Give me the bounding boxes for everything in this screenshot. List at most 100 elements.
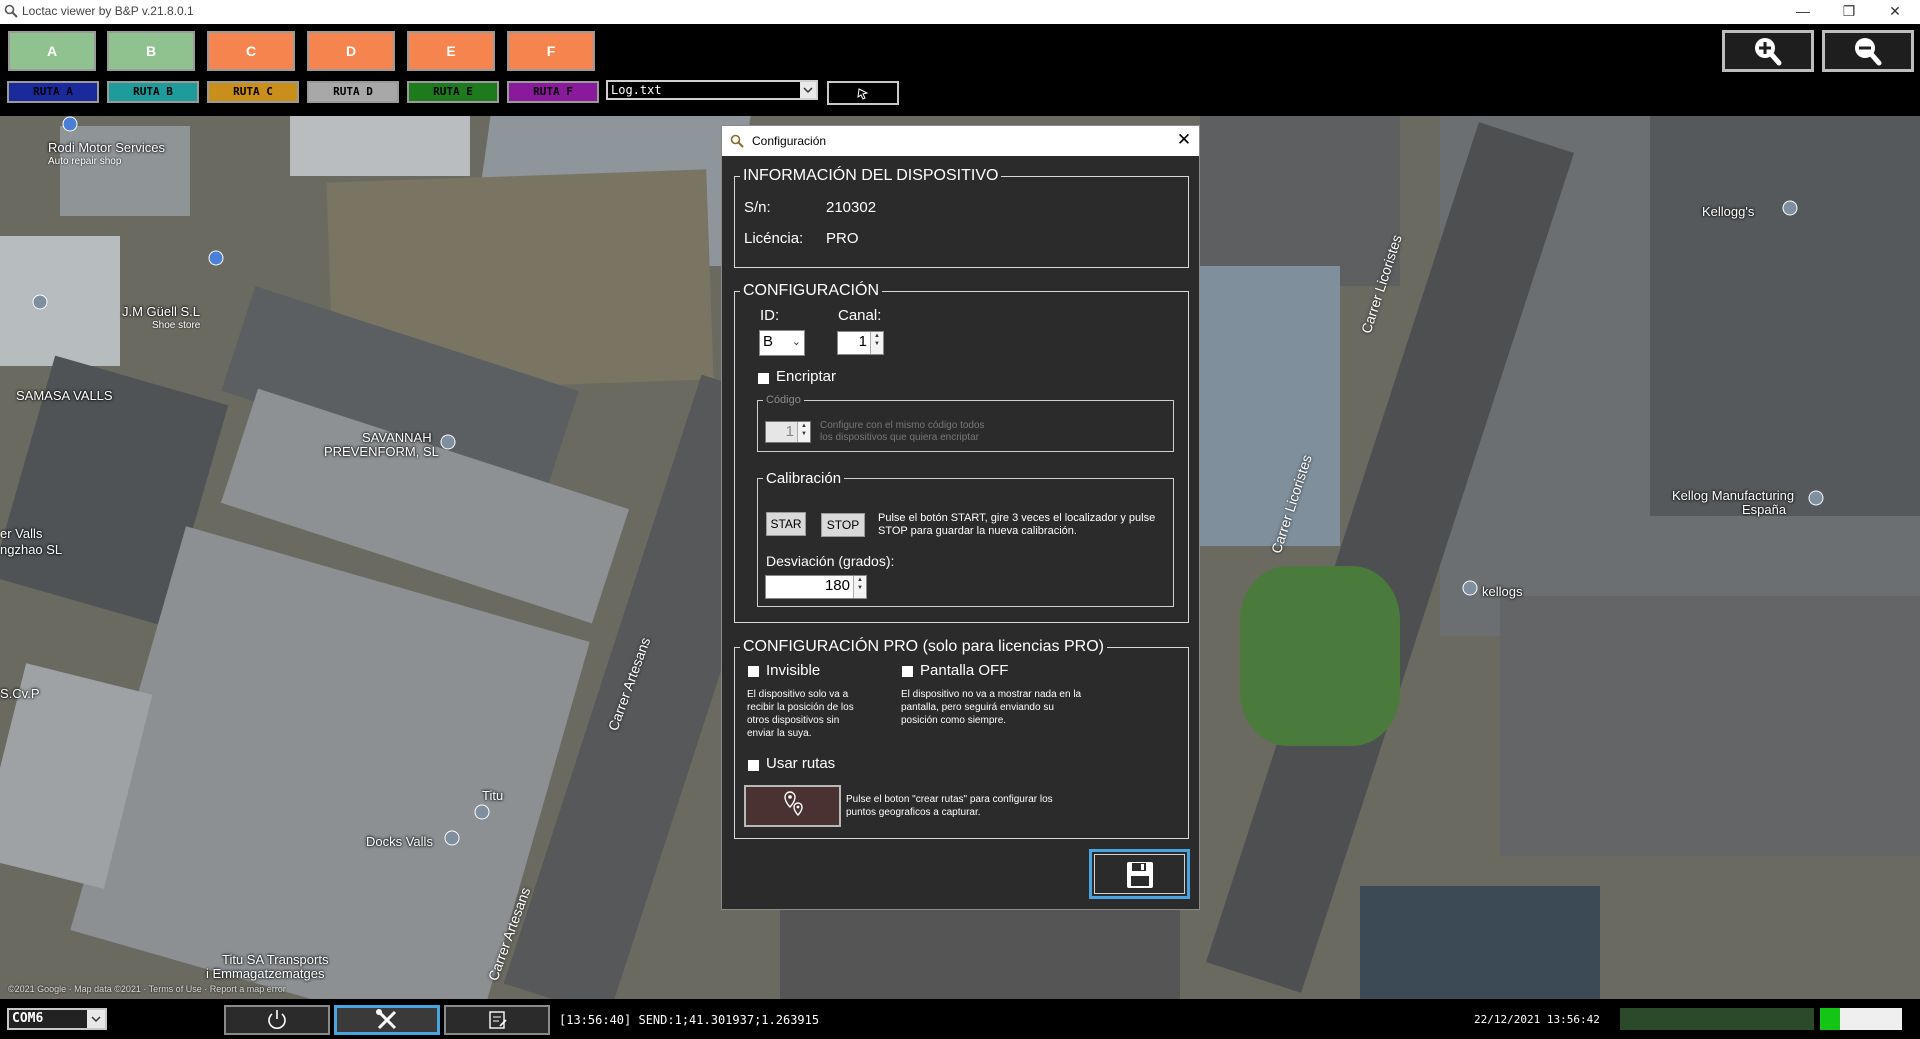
deviation-value: 180 (824, 577, 850, 594)
chevron-down-icon[interactable] (800, 82, 816, 98)
serial-label: S/n: (744, 199, 771, 216)
device-d-button[interactable]: D (307, 31, 395, 71)
log-viewer-button[interactable] (444, 1005, 550, 1035)
configuration-dialog: Configuración ✕ INFORMACIÓN DEL DISPOSIT… (721, 125, 1200, 910)
map-pin-icon[interactable] (1808, 490, 1824, 506)
invisible-help-text: El dispositivo solo va a recibir la posi… (747, 689, 854, 739)
id-select[interactable]: B ⌄ (759, 330, 805, 356)
map-pin-icon[interactable] (474, 804, 490, 820)
map-label: S.Cv.P (0, 686, 40, 701)
license-label: Licéncia: (744, 230, 804, 247)
use-routes-label: Usar rutas (766, 755, 836, 772)
calibration-legend: Calibración (766, 470, 842, 487)
cursor-icon (857, 88, 869, 100)
zoom-in-button[interactable] (1722, 30, 1814, 72)
device-c-button[interactable]: C (207, 31, 295, 71)
up-down-arrows-icon[interactable]: ▲ ▼ (853, 576, 866, 598)
power-icon (268, 1010, 286, 1029)
map-label: Rodi Motor Services (48, 140, 166, 155)
route-b-button[interactable]: RUTA B (107, 81, 199, 103)
status-datetime: 22/12/2021 13:56:42 (1474, 1013, 1600, 1026)
window-title: Loctac viewer by B&P v.21.8.0.1 (22, 4, 194, 18)
map-label: kellogs (1482, 584, 1523, 599)
building-roof (1650, 116, 1920, 516)
magnifier-app-icon (4, 4, 18, 18)
code-legend: Código (766, 394, 801, 406)
map-pin-icon[interactable] (208, 250, 224, 266)
device-e-button[interactable]: E (407, 31, 495, 71)
map-label: Docks Valls (366, 834, 433, 849)
create-routes-button[interactable] (744, 785, 841, 827)
building-roof (290, 116, 470, 176)
deviation-stepper[interactable]: 180 ▲ ▼ (765, 575, 867, 599)
save-button-inner (1094, 854, 1185, 894)
save-button[interactable] (1089, 849, 1190, 899)
serial-value: 210302 (826, 199, 877, 216)
device-b-button[interactable]: B (107, 31, 195, 71)
signal-bar-empty (1840, 1008, 1902, 1030)
zoom-in-icon (1755, 38, 1782, 66)
device-f-button[interactable]: F (507, 31, 595, 71)
power-button[interactable] (224, 1005, 330, 1035)
map-pin-icon[interactable] (32, 294, 48, 310)
route-f-button[interactable]: RUTA F (507, 81, 599, 103)
map-label: PREVENFORM, SL (324, 444, 439, 459)
pro-config-legend: CONFIGURACIÓN PRO (solo para licencias P… (743, 638, 1104, 655)
pointer-button[interactable] (827, 81, 899, 105)
green-area (1240, 566, 1400, 746)
start-calibration-button[interactable]: STAR (766, 512, 806, 536)
stop-calibration-button[interactable]: STOP (821, 513, 865, 537)
encrypt-checkbox[interactable] (758, 373, 769, 384)
zoom-out-button[interactable] (1822, 30, 1914, 72)
building-roof (1200, 116, 1400, 286)
invisible-checkbox[interactable] (748, 666, 759, 677)
close-icon[interactable]: ✕ (1169, 126, 1199, 156)
settings-button[interactable] (334, 1005, 440, 1035)
route-c-button[interactable]: RUTA C (207, 81, 299, 103)
map-pin-icon[interactable] (62, 116, 78, 132)
channel-stepper[interactable]: 1 ▲ ▼ (837, 331, 884, 355)
screen-off-checkbox[interactable] (902, 666, 913, 677)
map-pin-icon[interactable] (440, 434, 456, 450)
route-d-button[interactable]: RUTA D (307, 81, 399, 103)
map-label: Kellogg's (1702, 204, 1755, 219)
top-toolbar: A B C D E F RUTA A RUTA B RUTA C RUTA D … (0, 24, 1920, 116)
route-e-button[interactable]: RUTA E (407, 81, 499, 103)
log-file-select[interactable]: Log.txt (606, 80, 818, 100)
chevron-down-icon[interactable] (87, 1010, 105, 1028)
map-sublabel: Auto repair shop (48, 156, 122, 167)
channel-value: 1 (858, 333, 867, 350)
map-label: SAMASA VALLS (16, 388, 113, 403)
building-roof (1500, 596, 1920, 856)
id-value: B (763, 333, 774, 350)
com-port-select[interactable]: COM6 (7, 1008, 107, 1030)
map-label: er Valls (0, 526, 43, 541)
license-value: PRO (826, 230, 859, 247)
restore-button[interactable]: ❐ (1826, 0, 1872, 24)
route-a-button[interactable]: RUTA A (7, 81, 99, 103)
map-pin-route-icon (784, 791, 803, 816)
use-routes-checkbox[interactable] (748, 760, 759, 771)
up-down-arrows-icon[interactable]: ▲ ▼ (870, 332, 883, 354)
chevron-down-icon: ⌄ (791, 336, 801, 348)
tools-icon (376, 1009, 397, 1030)
minimize-button[interactable]: — (1780, 0, 1826, 24)
routes-help-text: Pulse el boton "crear rutas" para config… (846, 794, 1053, 818)
map-label: Kellog Manufacturing (1672, 488, 1795, 503)
map-pin-icon[interactable] (1782, 200, 1798, 216)
code-stepper: 1 ▲ ▼ (765, 421, 811, 443)
screen-off-help-text: El dispositivo no va a mostrar nada en l… (901, 689, 1082, 726)
map-pin-icon[interactable] (1462, 580, 1478, 596)
device-info-legend: INFORMACIÓN DEL DISPOSITIVO (743, 167, 999, 184)
device-a-button[interactable]: A (8, 31, 96, 71)
log-file-value: Log.txt (611, 83, 662, 97)
close-window-button[interactable]: ✕ (1872, 0, 1918, 24)
deviation-label: Desviación (grados): (766, 553, 895, 569)
dialog-title: Configuración (752, 134, 827, 148)
map-label: Titu SA Transports (222, 952, 329, 967)
configuration-legend: CONFIGURACIÓN (743, 282, 879, 299)
dialog-title-bar: Configuración ✕ (722, 126, 1199, 156)
map-attribution[interactable]: ©2021 Google · Map data ©2021 · Terms of… (8, 984, 286, 994)
map-pin-icon[interactable] (444, 830, 460, 846)
window-title-bar: Loctac viewer by B&P v.21.8.0.1 — ❐ ✕ (0, 0, 1920, 24)
